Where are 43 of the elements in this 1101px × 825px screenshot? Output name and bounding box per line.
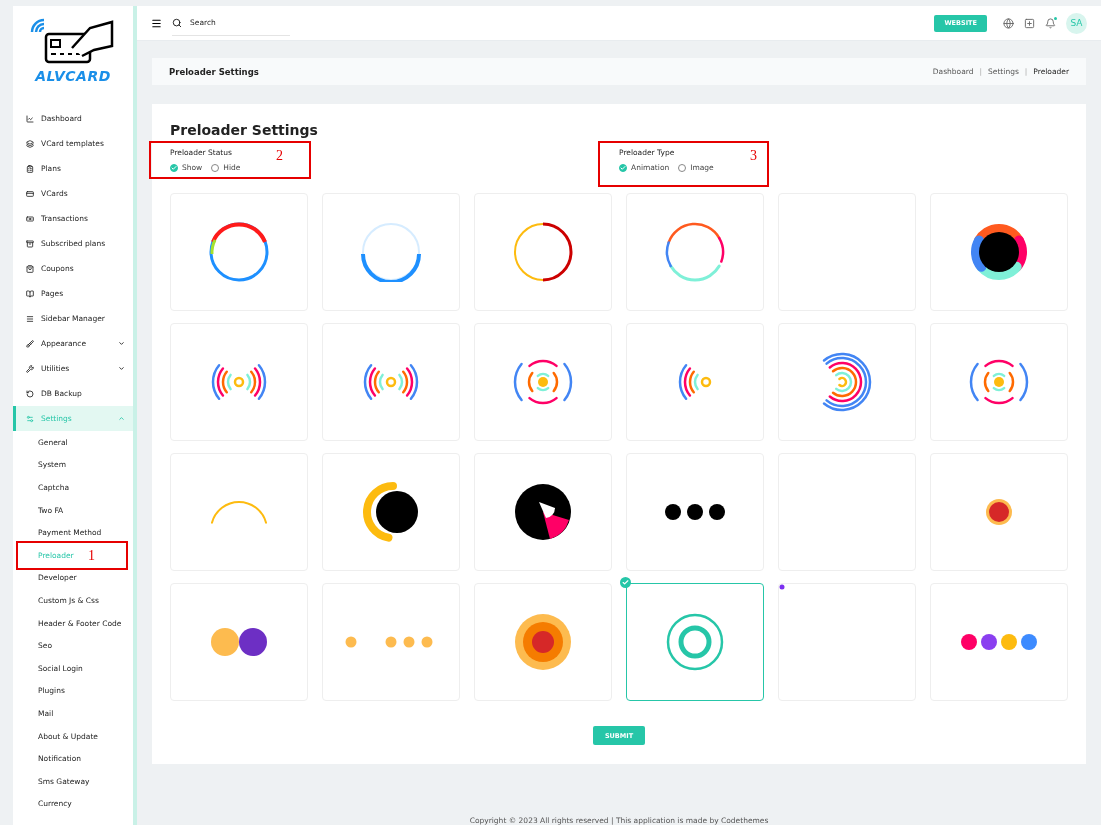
dot-drawing (779, 584, 785, 590)
clipboard-icon (26, 164, 34, 173)
arc-drawing (210, 500, 268, 524)
globe-icon[interactable] (1003, 17, 1014, 29)
ring-spinner-drawing (209, 222, 269, 282)
layers-icon (26, 139, 34, 148)
line-chart-icon (26, 114, 34, 123)
bell-icon[interactable] (1045, 17, 1056, 29)
undo-icon (26, 389, 34, 398)
book-icon (26, 289, 34, 298)
card-icon (26, 189, 34, 198)
wrench-icon (26, 364, 34, 373)
ring-spinner-drawing (665, 222, 725, 282)
wave-arcs-drawing (678, 363, 712, 401)
dot-drawing (986, 499, 1012, 525)
banknote-icon (26, 214, 34, 223)
card-title: Preloader Settings (170, 122, 319, 138)
concentric-arcs-drawing (821, 352, 873, 412)
dots-drawing (211, 628, 267, 656)
wave-arcs-drawing (363, 363, 419, 401)
eclipse-drawing (362, 481, 420, 543)
plus-square-icon[interactable] (1024, 17, 1035, 29)
concentric-circles-drawing (515, 614, 571, 670)
check-icon (620, 577, 631, 588)
preloader-tile[interactable] (626, 583, 764, 701)
annotation-number: 3 (750, 148, 757, 164)
bag-icon (26, 264, 34, 273)
rings-drawing (666, 613, 724, 671)
brush-icon (26, 339, 34, 348)
page-title: Preloader Settings (169, 66, 259, 77)
search-icon (172, 17, 182, 28)
archive-icon (26, 239, 34, 248)
ring-spinner-drawing (361, 222, 421, 282)
annotation-number: 2 (276, 148, 283, 164)
pie-spinner-drawing (515, 484, 571, 540)
brand-name: ALVCARD (35, 68, 111, 84)
annotation-number: 1 (88, 547, 95, 564)
menu-icon[interactable] (151, 17, 162, 29)
dots-drawing (665, 504, 725, 520)
wave-arcs-drawing (211, 363, 267, 401)
donut-spinner-drawing (970, 223, 1028, 281)
ring-spinner-drawing (513, 222, 573, 282)
menu-icon (26, 314, 34, 323)
